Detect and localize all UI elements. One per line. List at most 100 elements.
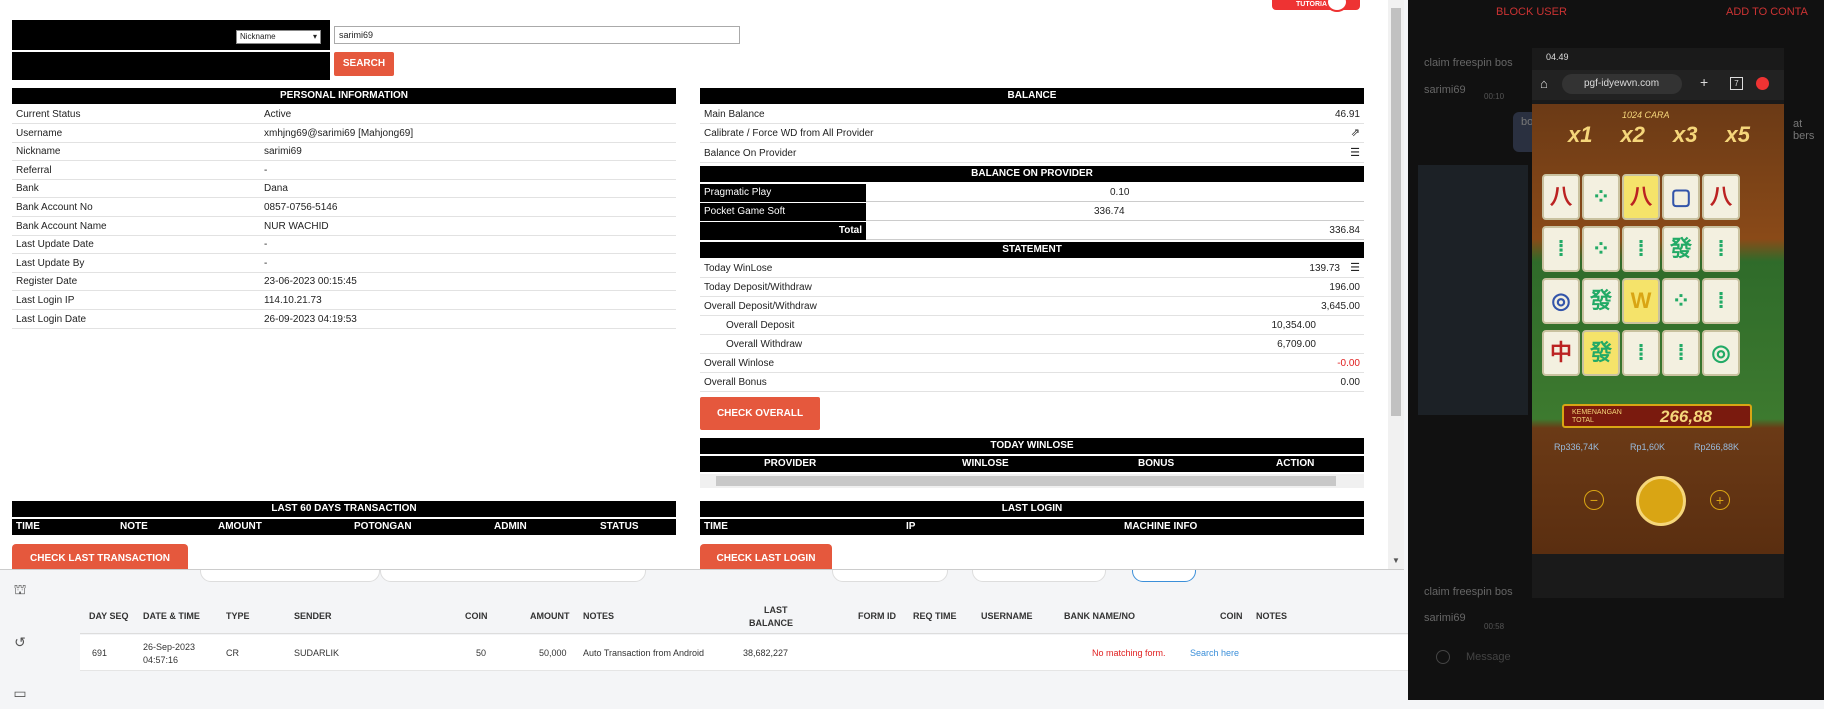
chat-user-2: sarimi69 xyxy=(1424,612,1466,624)
table-row[interactable]: 691 26-Sep-2023 04:57:16 CR SUDARLIK 50 … xyxy=(80,635,1410,671)
calibrate-row: Calibrate / Force WD from All Provider ⇗ xyxy=(700,125,1364,143)
cell-type: CR xyxy=(226,648,239,658)
col-last: LAST xyxy=(764,605,788,615)
list-icon[interactable]: ☰ xyxy=(1350,260,1360,277)
history-icon[interactable]: ↺ xyxy=(11,633,29,651)
personal-info-value: 26-09-2023 04:19:53 xyxy=(264,313,357,325)
chat-message-2: claim freespin bos xyxy=(1424,586,1513,598)
message-input[interactable]: Message xyxy=(1466,651,1511,663)
overall-winlose-row: Overall Winlose -0.00 xyxy=(700,355,1364,373)
menu-icon[interactable] xyxy=(1756,77,1769,90)
personal-info-row: Last Update Date - xyxy=(12,236,676,255)
tile: ⁘ xyxy=(1662,278,1700,324)
cell-amount: 50,000 xyxy=(539,648,567,658)
overall-withdraw-row: Overall Withdraw 6,709.00 xyxy=(700,336,1364,354)
scroll-down-arrow-icon[interactable]: ▼ xyxy=(1392,556,1400,565)
tile: ◎ xyxy=(1542,278,1580,324)
multiplier-bar: x1 x2 x3 x5 xyxy=(1554,122,1764,148)
spin-button[interactable] xyxy=(1636,476,1686,526)
col-sender: SENDER xyxy=(294,611,332,621)
mult-x3: x3 xyxy=(1673,122,1698,147)
no-match-text: No matching form. xyxy=(1092,648,1166,658)
overall-dw-value: 3,645.00 xyxy=(1321,301,1360,312)
main-balance-label: Main Balance xyxy=(704,109,765,120)
scroll-thumb[interactable] xyxy=(1391,8,1401,416)
tile: ⁘ xyxy=(1582,226,1620,272)
win-amount: Rp266,88K xyxy=(1694,442,1740,452)
personal-info-key: Register Date xyxy=(16,276,78,288)
share-icon[interactable]: ⇗ xyxy=(1351,125,1360,142)
col-machine-info: MACHINE INFO xyxy=(1124,521,1198,532)
cell-notes: Auto Transaction from Android xyxy=(583,648,705,658)
col-time: TIME xyxy=(16,521,40,532)
personal-info-key: Username xyxy=(16,127,63,139)
book-icon[interactable]: ▭ xyxy=(11,684,29,702)
provider-row: Pragmatic Play 0.10 xyxy=(700,184,1364,202)
last60-title: LAST 60 DAYS TRANSACTION xyxy=(12,501,676,517)
provider-row: Pocket Game Soft 336.74 xyxy=(700,203,1364,221)
total-value: 336.84 xyxy=(1329,225,1360,236)
tab-count[interactable]: 7 xyxy=(1730,77,1743,90)
game-view: 1024 CARA x1 x2 x3 x5 八 ⁘ 八 ▢ 八 ⁞ ⁘ ⁞ 發 … xyxy=(1532,104,1784,554)
personal-info-value: - xyxy=(264,257,268,269)
phone-screenshot: 04.49 ⌂ pgf-idyewvn.com + 7 1024 CARA x1… xyxy=(1532,48,1784,598)
search-area: Nickname ▾ sarimi69 SEARCH xyxy=(12,20,740,80)
list-icon[interactable]: ☰ xyxy=(1350,145,1360,162)
select-value: Nickname xyxy=(240,32,276,41)
col-time: TIME xyxy=(704,521,728,532)
check-overall-button[interactable]: CHECK OVERALL xyxy=(700,397,820,430)
chevron-down-icon: ▾ xyxy=(312,32,317,41)
plus-icon[interactable]: + xyxy=(1710,490,1730,510)
personal-info-value: 114.10.21.73 xyxy=(264,295,322,306)
col-action: ACTION xyxy=(1276,458,1315,469)
today-winlose-row: Today WinLose 139.73 ☰ xyxy=(700,260,1364,278)
overall-winlose-value: -0.00 xyxy=(1337,358,1360,369)
personal-info-row: Current Status Active xyxy=(12,106,676,124)
member-detail-modal: TUTORIALS Nickname ▾ sarimi69 SEARCH PERS… xyxy=(0,0,1404,570)
provider-name: Pragmatic Play xyxy=(700,184,866,202)
col-provider: PROVIDER xyxy=(764,458,817,469)
search-button[interactable]: SEARCH xyxy=(334,52,394,76)
search-input-value: sarimi69 xyxy=(339,30,374,40)
play-icon[interactable] xyxy=(1326,0,1348,12)
total-label: Total xyxy=(700,222,866,240)
phone-clock: 04.49 xyxy=(1546,52,1569,62)
win-banner: KEMENANGAN TOTAL 266,88 xyxy=(1562,404,1752,428)
overall-bonus-label: Overall Bonus xyxy=(704,377,767,388)
bank-icon[interactable]: ⛫ xyxy=(11,580,29,598)
personal-info-value: Dana xyxy=(264,183,288,195)
search-here-link[interactable]: Search here xyxy=(1190,648,1239,658)
new-tab-icon[interactable]: + xyxy=(1700,74,1708,90)
add-contact-button[interactable]: ADD TO CONTA xyxy=(1726,6,1808,18)
personal-info-row: Bank Account Name NUR WACHID xyxy=(12,218,676,236)
personal-info-row: Last Update By - xyxy=(12,255,676,273)
url-bar[interactable]: pgf-idyewvn.com xyxy=(1562,74,1682,94)
scroll-thumb[interactable] xyxy=(716,476,1336,486)
main-balance-value: 46.91 xyxy=(1334,109,1360,120)
personal-info-value: 23-06-2023 00:15:45 xyxy=(264,276,357,288)
check-last-transaction-button[interactable]: CHECK LAST TRANSACTION xyxy=(12,544,188,569)
personal-info-row: Referral - xyxy=(12,162,676,180)
personal-info-row: Bank Dana xyxy=(12,180,676,199)
chat-message-1: claim freespin bos xyxy=(1424,57,1513,69)
col-potongan: POTONGAN xyxy=(354,521,412,532)
last-login-title: LAST LOGIN xyxy=(700,501,1364,517)
tile: ⁞ xyxy=(1622,226,1660,272)
minus-icon[interactable]: − xyxy=(1584,490,1604,510)
game-banner: 1024 CARA xyxy=(1622,110,1670,120)
home-icon[interactable]: ⌂ xyxy=(1540,76,1548,91)
tile: ⁞ xyxy=(1542,226,1580,272)
col-date-time: DATE & TIME xyxy=(143,611,200,621)
col-amount: AMOUNT xyxy=(530,611,570,621)
provider-name: Pocket Game Soft xyxy=(700,203,866,221)
overall-bonus-row: Overall Bonus 0.00 xyxy=(700,374,1364,392)
block-user-button[interactable]: BLOCK USER xyxy=(1496,6,1567,18)
search-input[interactable]: sarimi69 xyxy=(334,26,740,44)
horizontal-scrollbar[interactable] xyxy=(700,474,1364,488)
tile: 發 xyxy=(1582,278,1620,324)
personal-info-key: Nickname xyxy=(16,146,61,158)
check-last-login-button[interactable]: CHECK LAST LOGIN xyxy=(700,544,832,569)
col-form-id: FORM ID xyxy=(858,611,896,621)
search-field-select[interactable]: Nickname ▾ xyxy=(236,30,321,44)
emoji-icon[interactable] xyxy=(1436,650,1450,664)
